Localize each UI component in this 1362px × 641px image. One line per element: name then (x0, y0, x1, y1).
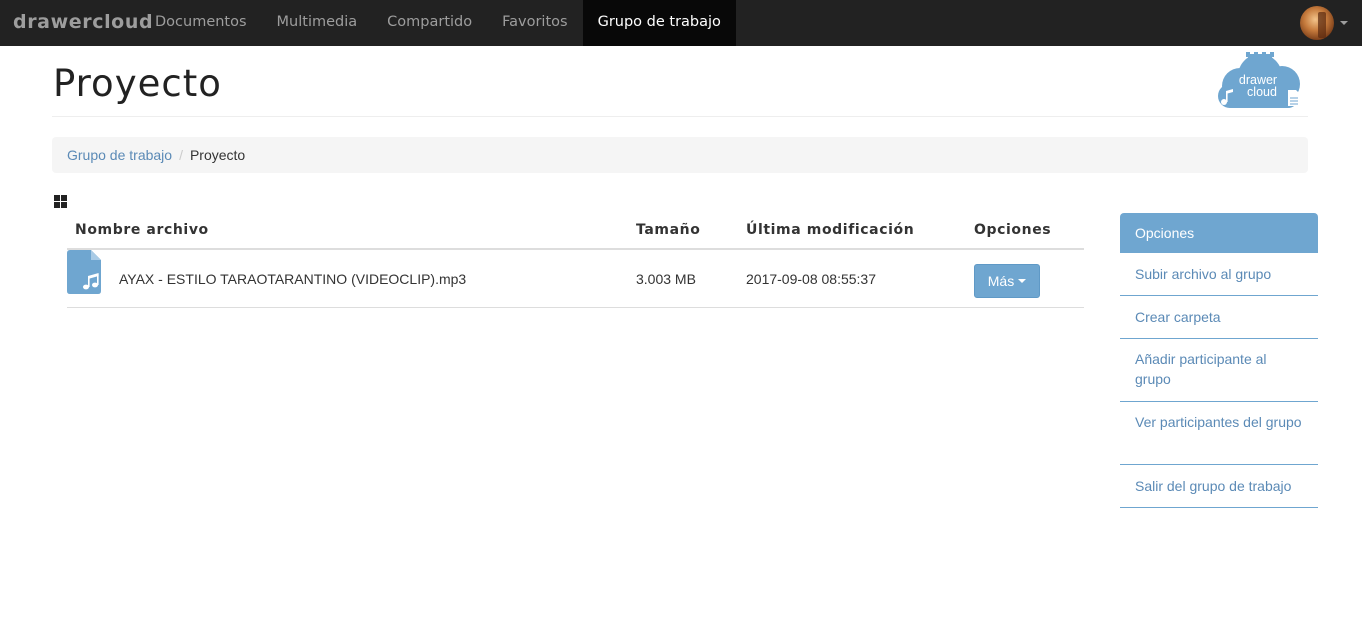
breadcrumb-link-grupo[interactable]: Grupo de trabajo (67, 147, 172, 163)
top-navbar: drawercloud Documentos Multimedia Compar… (0, 0, 1362, 46)
breadcrumb-current: Proyecto (189, 147, 246, 163)
page-title: Proyecto (53, 62, 222, 105)
file-table: Nombre archivo Tamaño Última modificació… (67, 212, 1084, 308)
table-header: Nombre archivo Tamaño Última modificació… (67, 212, 1084, 250)
nav-item-favoritos[interactable]: Favoritos (487, 0, 582, 46)
column-header-name: Nombre archivo (75, 222, 209, 238)
drawercloud-logo: drawer cloud (1218, 52, 1300, 108)
add-participant-link[interactable]: Añadir participante al grupo (1120, 339, 1318, 402)
brand-logo[interactable]: drawercloud (13, 0, 153, 46)
main-nav: Documentos Multimedia Compartido Favorit… (140, 0, 736, 46)
nav-item-documentos[interactable]: Documentos (140, 0, 262, 46)
file-size: 3.003 MB (636, 271, 696, 287)
avatar[interactable] (1300, 6, 1334, 40)
user-menu[interactable] (1300, 6, 1348, 40)
options-panel-title: Opciones (1120, 213, 1318, 253)
upload-file-link[interactable]: Subir archivo al grupo (1120, 253, 1318, 296)
column-header-modified: Última modificación (746, 222, 915, 238)
caret-down-icon (1018, 279, 1027, 283)
nav-item-grupo-de-trabajo[interactable]: Grupo de trabajo (582, 0, 736, 46)
more-options-label: Más (987, 273, 1015, 289)
nav-item-compartido[interactable]: Compartido (372, 0, 487, 46)
leave-group-link[interactable]: Salir del grupo de trabajo (1120, 465, 1318, 508)
audio-file-icon[interactable] (67, 250, 101, 294)
options-panel: Opciones Subir archivo al grupo Crear ca… (1120, 213, 1318, 508)
breadcrumb: Grupo de trabajo / Proyecto (52, 137, 1308, 173)
table-row[interactable]: AYAX - ESTILO TARAOTARANTINO (VIDEOCLIP)… (67, 250, 1084, 308)
grid-view-icon[interactable] (54, 195, 67, 208)
column-header-options: Opciones (974, 222, 1052, 238)
logo-word-cloud: cloud (1247, 85, 1277, 99)
nav-item-multimedia[interactable]: Multimedia (262, 0, 373, 46)
file-name[interactable]: AYAX - ESTILO TARAOTARANTINO (VIDEOCLIP)… (119, 271, 466, 287)
chevron-down-icon (1340, 21, 1348, 25)
create-folder-link[interactable]: Crear carpeta (1120, 296, 1318, 339)
file-modified-date: 2017-09-08 08:55:37 (746, 271, 876, 287)
view-participants-link[interactable]: Ver participantes del grupo (1120, 402, 1318, 465)
breadcrumb-separator: / (179, 147, 183, 163)
more-options-button[interactable]: Más (974, 264, 1040, 298)
column-header-size: Tamaño (636, 222, 701, 238)
header-divider (52, 116, 1308, 117)
